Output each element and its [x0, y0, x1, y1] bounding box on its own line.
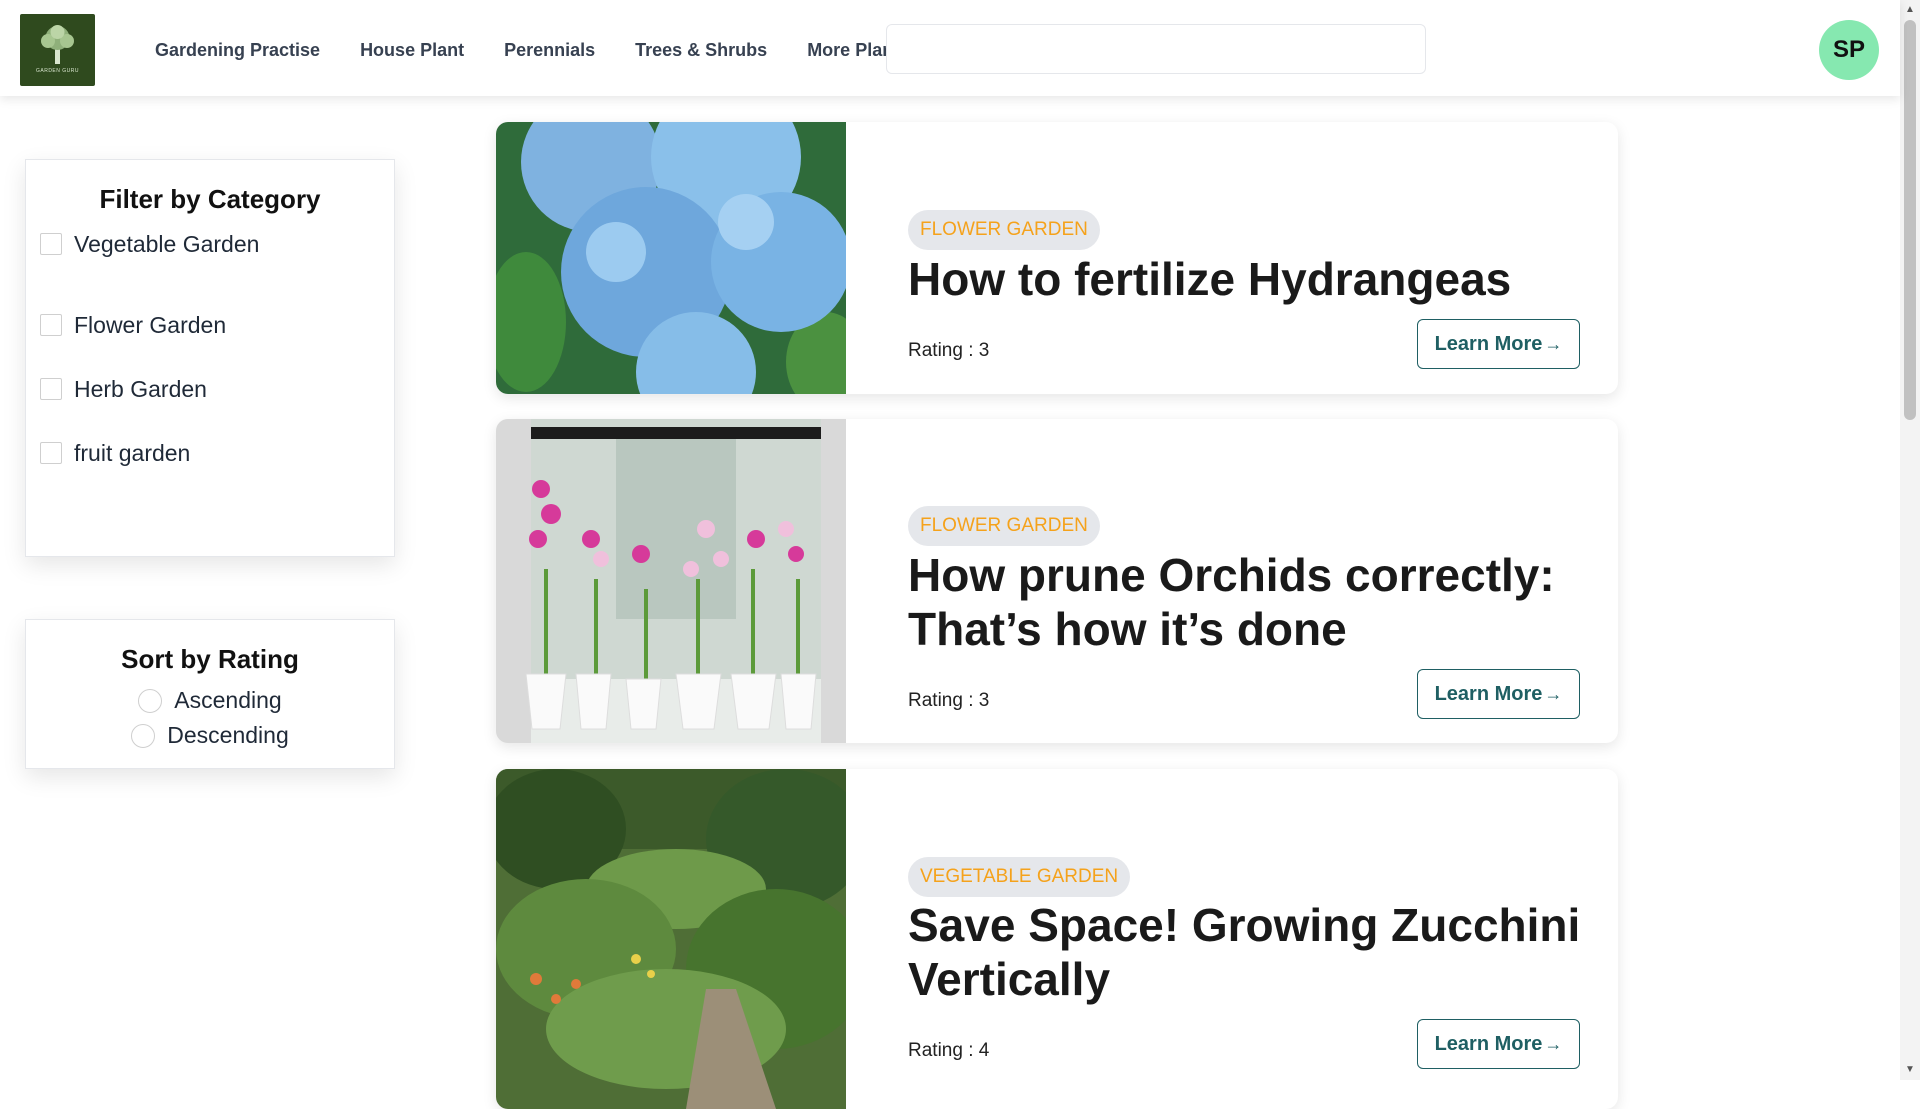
category-tag: Flower Garden [908, 210, 1100, 250]
radio-label: Ascending [174, 687, 282, 713]
learn-more-button[interactable]: Learn More → [1417, 319, 1580, 369]
category-list: Vegetable Garden Flower Garden Herb Gard… [26, 229, 394, 485]
sort-title: Sort by Rating [121, 644, 299, 674]
nav-perennials[interactable]: Perennials [504, 40, 595, 61]
fruit-garden-checkbox[interactable] [40, 442, 62, 464]
radio-label: Descending [167, 722, 289, 748]
filter-panel: Filter by Category Vegetable Garden Flow… [25, 159, 395, 557]
user-avatar[interactable]: SP [1819, 20, 1879, 80]
category-herb-garden[interactable]: Herb Garden [40, 357, 394, 421]
learn-more-button[interactable]: Learn More → [1417, 1019, 1580, 1069]
arrow-right-icon: → [1544, 683, 1563, 704]
article-rating: Rating : 4 [908, 1040, 990, 1061]
orchid-image [496, 419, 846, 743]
article-rating: Rating : 3 [908, 340, 990, 361]
ascending-radio[interactable] [138, 688, 163, 713]
article-card: Flower Garden How prune Orchids correctl… [496, 419, 1618, 743]
top-navbar: GARDEN GURU Gardening Practise House Pla… [0, 0, 1900, 96]
category-tag: Vegetable Garden [908, 857, 1131, 897]
herb-garden-checkbox[interactable] [40, 378, 62, 400]
filter-title: Filter by Category [99, 184, 321, 214]
category-label: Herb Garden [74, 375, 207, 402]
flower-garden-checkbox[interactable] [40, 314, 62, 336]
nav-trees-shrubs[interactable]: Trees & Shrubs [635, 40, 767, 61]
nav-gardening-practise[interactable]: Gardening Practise [155, 40, 320, 61]
sort-options: Ascending Descending [26, 687, 394, 749]
main-nav: Gardening Practise House Plant Perennial… [155, 40, 909, 61]
article-rating: Rating : 3 [908, 690, 990, 711]
button-label: Learn More [1434, 1032, 1543, 1055]
descending-radio[interactable] [131, 723, 156, 748]
category-label: Vegetable Garden [74, 230, 260, 257]
scrollbar-thumb[interactable] [1904, 20, 1916, 420]
vegetable-garden-checkbox[interactable] [40, 233, 62, 255]
article-title: How prune Orchids correctly: That’s how … [908, 549, 1555, 655]
page-scrollbar[interactable]: ▲ ▼ [1900, 0, 1920, 1080]
category-label: Flower Garden [74, 311, 227, 338]
article-card: Flower Garden How to fertilize Hydrangea… [496, 122, 1618, 394]
category-flower-garden[interactable]: Flower Garden [40, 293, 394, 357]
sort-descending[interactable]: Descending [131, 722, 289, 749]
category-vegetable-garden[interactable]: Vegetable Garden [40, 229, 394, 259]
arrow-right-icon: → [1544, 1033, 1563, 1054]
sort-panel: Sort by Rating Ascending Descending [25, 619, 395, 769]
search-input[interactable] [886, 24, 1426, 74]
logo-text: GARDEN GURU [35, 68, 79, 74]
tree-icon [41, 25, 74, 64]
learn-more-button[interactable]: Learn More → [1417, 669, 1580, 719]
arrow-right-icon: → [1544, 333, 1563, 354]
article-card: Vegetable Garden Save Space! Growing Zuc… [496, 769, 1618, 1109]
article-title: Save Space! Growing Zucchini Vertically [908, 899, 1581, 1005]
category-label: fruit garden [74, 439, 191, 466]
category-fruit-garden[interactable]: fruit garden [40, 421, 394, 485]
hydrangea-image [496, 122, 846, 394]
scroll-up-icon[interactable]: ▲ [1900, 2, 1920, 18]
nav-house-plant[interactable]: House Plant [360, 40, 464, 61]
garden-guru-logo[interactable]: GARDEN GURU [20, 14, 95, 86]
button-label: Learn More [1434, 332, 1543, 355]
article-title: How to fertilize Hydrangeas [908, 253, 1512, 305]
sort-ascending[interactable]: Ascending [138, 687, 282, 714]
garden-image [496, 769, 846, 1109]
scroll-down-icon[interactable]: ▼ [1900, 1062, 1920, 1078]
button-label: Learn More [1434, 682, 1543, 705]
category-tag: Flower Garden [908, 506, 1100, 546]
